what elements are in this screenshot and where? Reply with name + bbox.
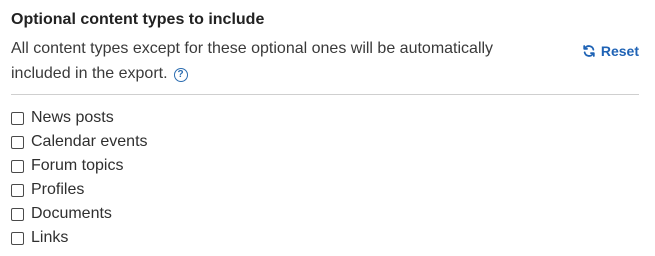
refresh-icon	[583, 45, 595, 57]
option-label: Profiles	[31, 181, 85, 198]
option-label: Documents	[31, 205, 112, 222]
option-label: Links	[31, 229, 69, 246]
calendar-events-checkbox[interactable]	[11, 135, 24, 149]
option-profiles[interactable]: Profiles	[11, 178, 639, 202]
option-label: Forum topics	[31, 157, 124, 174]
forum-topics-checkbox[interactable]	[11, 159, 24, 173]
option-label: Calendar events	[31, 133, 148, 150]
news-posts-checkbox[interactable]	[11, 111, 24, 125]
section-description: All content types except for these optio…	[11, 40, 494, 82]
option-links[interactable]: Links	[11, 226, 639, 250]
reset-button[interactable]: Reset	[582, 43, 639, 59]
option-label: News posts	[31, 109, 114, 126]
section-header: Optional content types to include All co…	[11, 10, 639, 86]
profiles-checkbox[interactable]	[11, 183, 24, 197]
section-title: Optional content types to include	[11, 11, 265, 28]
option-calendar-events[interactable]: Calendar events	[11, 130, 639, 154]
optional-content-types-section: Optional content types to include All co…	[11, 10, 639, 250]
option-forum-topics[interactable]: Forum topics	[11, 154, 639, 178]
section-description-block: All content types except for these optio…	[11, 36, 551, 86]
section-text: Optional content types to include All co…	[11, 10, 551, 86]
reset-label: Reset	[600, 43, 639, 59]
question-circle-icon[interactable]: ?	[173, 68, 188, 82]
option-news-posts[interactable]: News posts	[11, 106, 639, 130]
divider	[11, 94, 639, 95]
documents-checkbox[interactable]	[11, 207, 24, 221]
options-list: News posts Calendar events Forum topics …	[11, 106, 639, 250]
links-checkbox[interactable]	[11, 231, 24, 245]
option-documents[interactable]: Documents	[11, 202, 639, 226]
